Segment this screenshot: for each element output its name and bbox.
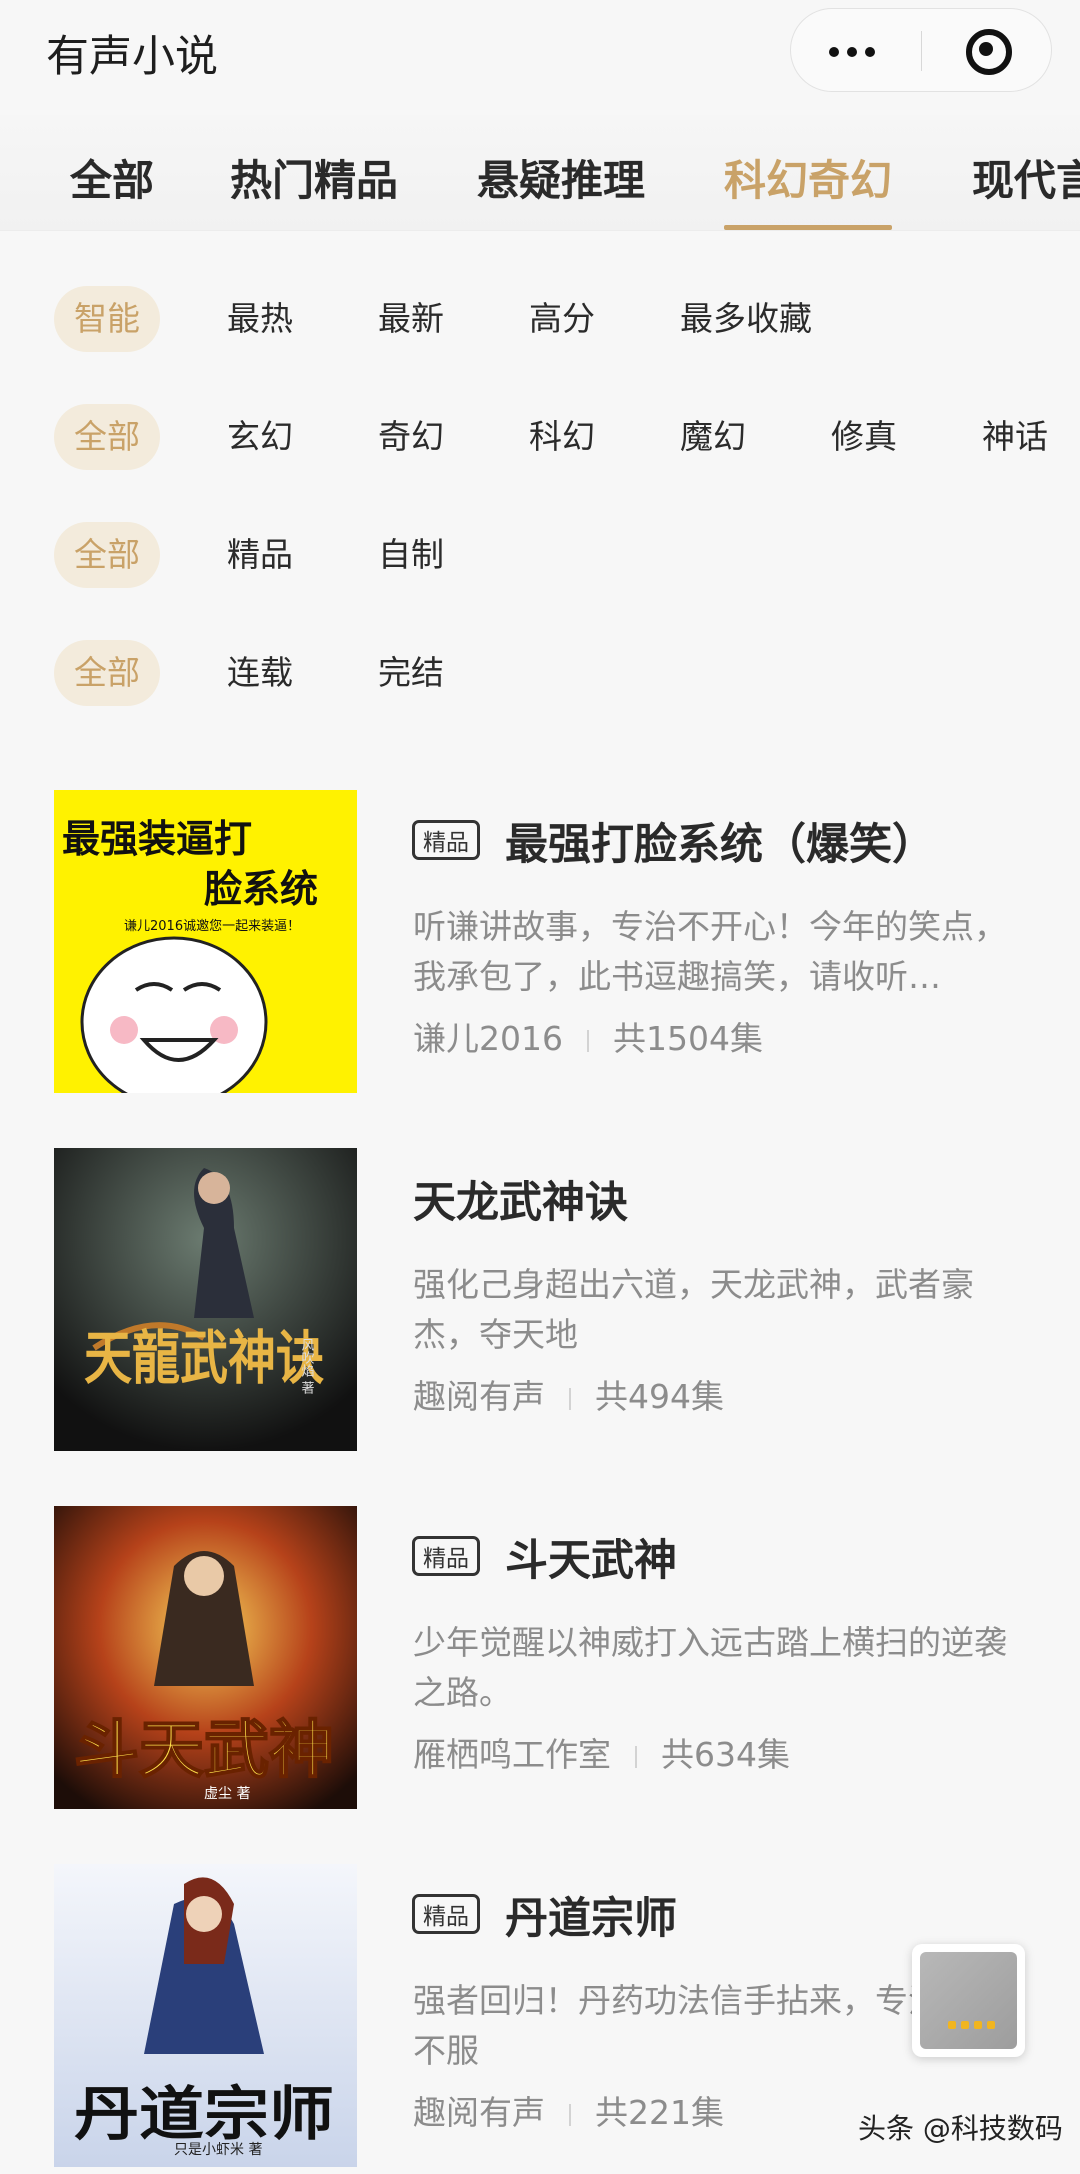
status-filter-row: 全部 连载 完结: [0, 640, 1080, 710]
episode-count: 共1504集: [612, 1019, 763, 1058]
tab-label: 科幻奇幻: [724, 156, 893, 205]
filter-chip-selected[interactable]: 全部: [54, 404, 160, 470]
tab-mystery[interactable]: 悬疑推理: [477, 147, 645, 227]
tab-label: 悬疑推理: [477, 156, 646, 205]
book-cover[interactable]: 天龍武神诀 风吹焰 著: [54, 1148, 357, 1451]
cover-text: 只是小虾米 著: [174, 2142, 262, 2158]
player-thumbnail: [920, 1952, 1017, 2049]
book-meta: 趣阅有声 共494集: [413, 1370, 724, 1418]
filter-chip[interactable]: 自制: [378, 522, 444, 588]
watermark: 头条 @科技数码: [858, 2112, 1063, 2145]
book-item[interactable]: 斗天武神 虚尘 著 精品 斗天武神 少年觉醒以神威打入远古踏上横扫的逆袭之路。 …: [0, 1506, 1080, 1816]
filter-chip[interactable]: 最热: [227, 286, 293, 352]
filter-chip[interactable]: 最多收藏: [680, 286, 812, 352]
book-cover[interactable]: 丹道宗师 只是小虾米 著: [54, 1864, 357, 2167]
episode-count: 共221集: [595, 2093, 724, 2132]
playing-bars-icon: [948, 2014, 1000, 2033]
cover-text: 斗天武神: [74, 1713, 334, 1786]
cover-text: 谦儿2016诚邀您一起来装逼！: [124, 918, 300, 934]
book-author: 趣阅有声: [413, 1377, 545, 1416]
book-author: 谦儿2016: [413, 1019, 563, 1058]
filter-chip-selected[interactable]: 智能: [54, 286, 160, 352]
book-meta: 趣阅有声 共221集: [413, 2086, 724, 2134]
filter-chip[interactable]: 最新: [378, 286, 444, 352]
filter-chip[interactable]: 奇幻: [378, 404, 444, 470]
cover-text: 丹道宗师: [74, 2080, 334, 2148]
meta-divider: [569, 2103, 571, 2126]
cover-text: 风吹焰 著: [299, 1338, 315, 1396]
category-tabs: 全部 热门精品 悬疑推理 科幻奇幻 现代言: [0, 115, 1080, 231]
filter-chip[interactable]: 精品: [227, 522, 293, 588]
mini-program-capsule: [790, 8, 1052, 92]
filter-chip[interactable]: 完结: [378, 640, 444, 706]
cover-art: 斗天武神 虚尘 著: [54, 1506, 357, 1809]
filter-chip[interactable]: 修真: [831, 404, 897, 470]
cover-art: 最强装逼打 脸系统 谦儿2016诚邀您一起来装逼！: [54, 790, 357, 1093]
premium-badge: 精品: [412, 820, 480, 860]
filter-chip[interactable]: 高分: [529, 286, 595, 352]
book-title[interactable]: 丹道宗师: [505, 1884, 677, 1946]
book-meta: 谦儿2016 共1504集: [413, 1012, 763, 1060]
tab-label: 全部: [70, 156, 155, 205]
more-menu-button[interactable]: [791, 9, 921, 91]
cover-text: 天龍武神诀: [84, 1324, 324, 1392]
book-meta: 雁栖鸣工作室 共634集: [413, 1728, 790, 1776]
close-mini-program-button[interactable]: [922, 9, 1052, 91]
filter-chip[interactable]: 神话: [982, 404, 1048, 470]
meta-divider: [635, 1745, 637, 1768]
premium-badge: 精品: [412, 1894, 480, 1934]
book-description: 强化己身超出六道，天龙武神，武者豪杰，夺天地: [413, 1265, 974, 1354]
close-dot: [979, 42, 993, 56]
cover-text: 最强装逼打: [62, 817, 252, 861]
book-title[interactable]: 斗天武神: [505, 1526, 677, 1588]
premium-badge: 精品: [412, 1536, 480, 1576]
floating-audio-player-button[interactable]: [912, 1944, 1025, 2057]
genre-filter-row: 全部 玄幻 奇幻 科幻 魔幻 修真 神话: [0, 404, 1080, 474]
cover-art: 丹道宗师 只是小虾米 著: [54, 1864, 357, 2167]
tab-hot-premium[interactable]: 热门精品: [230, 147, 398, 227]
tab-label: 现代言: [972, 156, 1080, 205]
cover-text: 虚尘 著: [204, 1786, 250, 1802]
book-item[interactable]: 天龍武神诀 风吹焰 著 天龙武神诀 强化己身超出六道，天龙武神，武者豪杰，夺天地…: [0, 1148, 1080, 1458]
book-description: 听谦讲故事，专治不开心！今年的笑点，我承包了，此书逗趣搞笑，请收听…: [413, 907, 1007, 996]
book-item[interactable]: 最强装逼打 脸系统 谦儿2016诚邀您一起来装逼！ 精品 最强打脸系统（爆笑） …: [0, 790, 1080, 1100]
book-cover[interactable]: 最强装逼打 脸系统 谦儿2016诚邀您一起来装逼！: [54, 790, 357, 1093]
filter-chip-selected[interactable]: 全部: [54, 640, 160, 706]
filter-chip-selected[interactable]: 全部: [54, 522, 160, 588]
active-tab-indicator: [724, 225, 893, 230]
episode-count: 共494集: [595, 1377, 724, 1416]
quality-filter-row: 全部 精品 自制: [0, 522, 1080, 592]
book-author: 趣阅有声: [413, 2093, 545, 2132]
book-cover[interactable]: 斗天武神 虚尘 著: [54, 1506, 357, 1809]
book-title[interactable]: 最强打脸系统（爆笑）: [505, 810, 935, 872]
filter-chip[interactable]: 玄幻: [227, 404, 293, 470]
top-bar: 有声小说: [0, 0, 1080, 110]
cover-text: 脸系统: [204, 867, 318, 911]
tab-modern[interactable]: 现代言: [972, 147, 1080, 227]
tab-scifi-fantasy[interactable]: 科幻奇幻: [724, 147, 893, 230]
book-title[interactable]: 天龙武神诀: [413, 1168, 628, 1230]
meta-divider: [586, 1029, 589, 1052]
filter-chip[interactable]: 连载: [227, 640, 293, 706]
book-author: 雁栖鸣工作室: [413, 1735, 611, 1774]
page-title: 有声小说: [46, 32, 218, 82]
sort-filter-row: 智能 最热 最新 高分 最多收藏: [0, 286, 1080, 356]
meta-divider: [569, 1387, 571, 1410]
filter-chip[interactable]: 科幻: [529, 404, 595, 470]
tab-all[interactable]: 全部: [70, 147, 154, 227]
filter-chip[interactable]: 魔幻: [680, 404, 746, 470]
tab-label: 热门精品: [230, 156, 399, 205]
episode-count: 共634集: [661, 1735, 790, 1774]
cover-art: 天龍武神诀 风吹焰 著: [54, 1148, 357, 1451]
book-description: 少年觉醒以神威打入远古踏上横扫的逆袭之路。: [413, 1623, 1007, 1712]
